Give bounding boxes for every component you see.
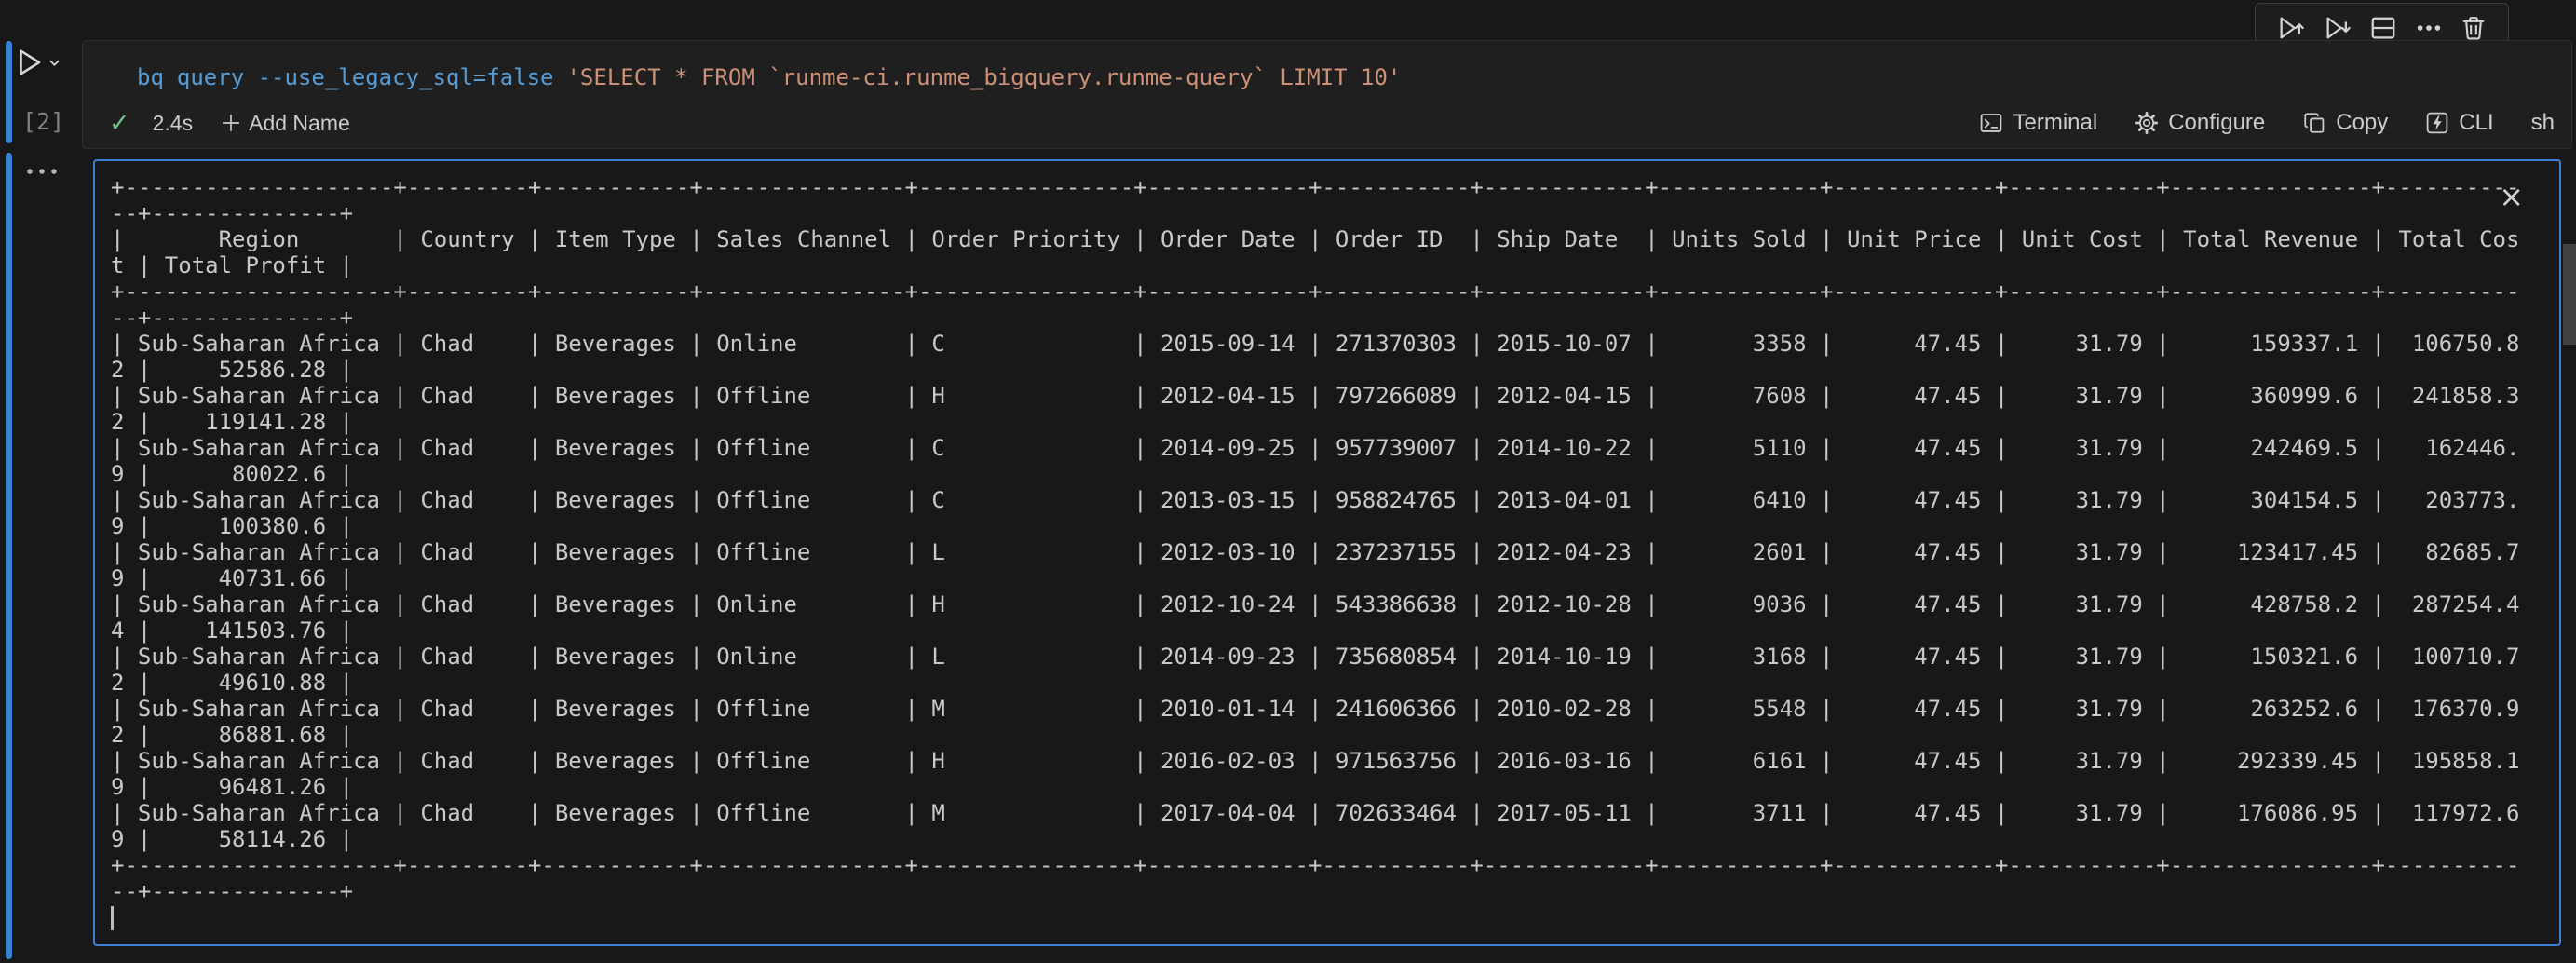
execution-duration: 2.4s (153, 111, 193, 136)
output-focus-indicator (6, 153, 12, 959)
plus-icon (221, 113, 241, 133)
copy-icon (2302, 111, 2326, 135)
cli-label: CLI (2459, 110, 2493, 136)
more-actions-button[interactable] (2413, 12, 2445, 44)
status-right: Terminal Configure (1979, 110, 2555, 136)
code-cell: bq query --use_legacy_sql=false 'SELECT * … (82, 40, 2572, 149)
terminal-output-text: +--------------------+---------+--------… (111, 174, 2521, 904)
configure-button[interactable]: Configure (2135, 110, 2265, 136)
close-icon: × (2499, 179, 2524, 214)
delete-cell-button[interactable] (2458, 12, 2489, 44)
more-icon (2415, 14, 2443, 42)
chevron-down-icon (47, 56, 61, 70)
notebook-page: { "colors": { "accent": "#3b82d6", "back… (0, 0, 2576, 963)
code-token-program: bq (137, 63, 164, 91)
scrollbar-thumb[interactable] (2563, 244, 2576, 345)
split-cell-icon (2369, 14, 2397, 42)
gear-icon (2135, 111, 2159, 135)
add-name-button[interactable]: Add Name (215, 110, 356, 137)
terminal-label: Terminal (2013, 110, 2097, 136)
close-terminal-button[interactable]: × (2499, 182, 2524, 211)
terminal-cursor (111, 906, 114, 930)
play-icon (13, 47, 45, 78)
run-cell-button[interactable] (13, 43, 67, 82)
copy-label: Copy (2336, 110, 2388, 136)
run-above-icon (2276, 13, 2306, 43)
status-left: ✓ 2.4s Add Name (109, 110, 356, 137)
code-token-args: query --use_legacy_sql=false (177, 63, 554, 91)
copy-button[interactable]: Copy (2302, 110, 2388, 136)
ellipsis-icon (24, 166, 60, 177)
code-token-query-string: 'SELECT * FROM `runme-ci.runme_bigquery.… (566, 63, 1401, 91)
configure-label: Configure (2168, 110, 2265, 136)
code-editor[interactable]: bq query --use_legacy_sql=false 'SELECT * … (137, 63, 1401, 91)
shell-type-label: sh (2531, 110, 2555, 136)
run-below-icon (2323, 13, 2352, 43)
cell-status-bar: ✓ 2.4s Add Name Terminal (109, 106, 2555, 140)
add-name-label: Add Name (249, 111, 350, 136)
cell-focus-indicator (6, 41, 12, 143)
cli-button[interactable]: CLI (2425, 110, 2493, 136)
split-cell-button[interactable] (2367, 12, 2399, 44)
trash-icon (2460, 14, 2488, 42)
execution-count: [2] (22, 108, 64, 135)
terminal-icon (1979, 111, 2003, 135)
zap-icon (2425, 111, 2449, 135)
terminal-panel[interactable]: +--------------------+---------+--------… (93, 159, 2561, 946)
output-options-button[interactable] (20, 162, 63, 181)
terminal-button[interactable]: Terminal (1979, 110, 2097, 136)
success-check-icon: ✓ (109, 111, 130, 136)
